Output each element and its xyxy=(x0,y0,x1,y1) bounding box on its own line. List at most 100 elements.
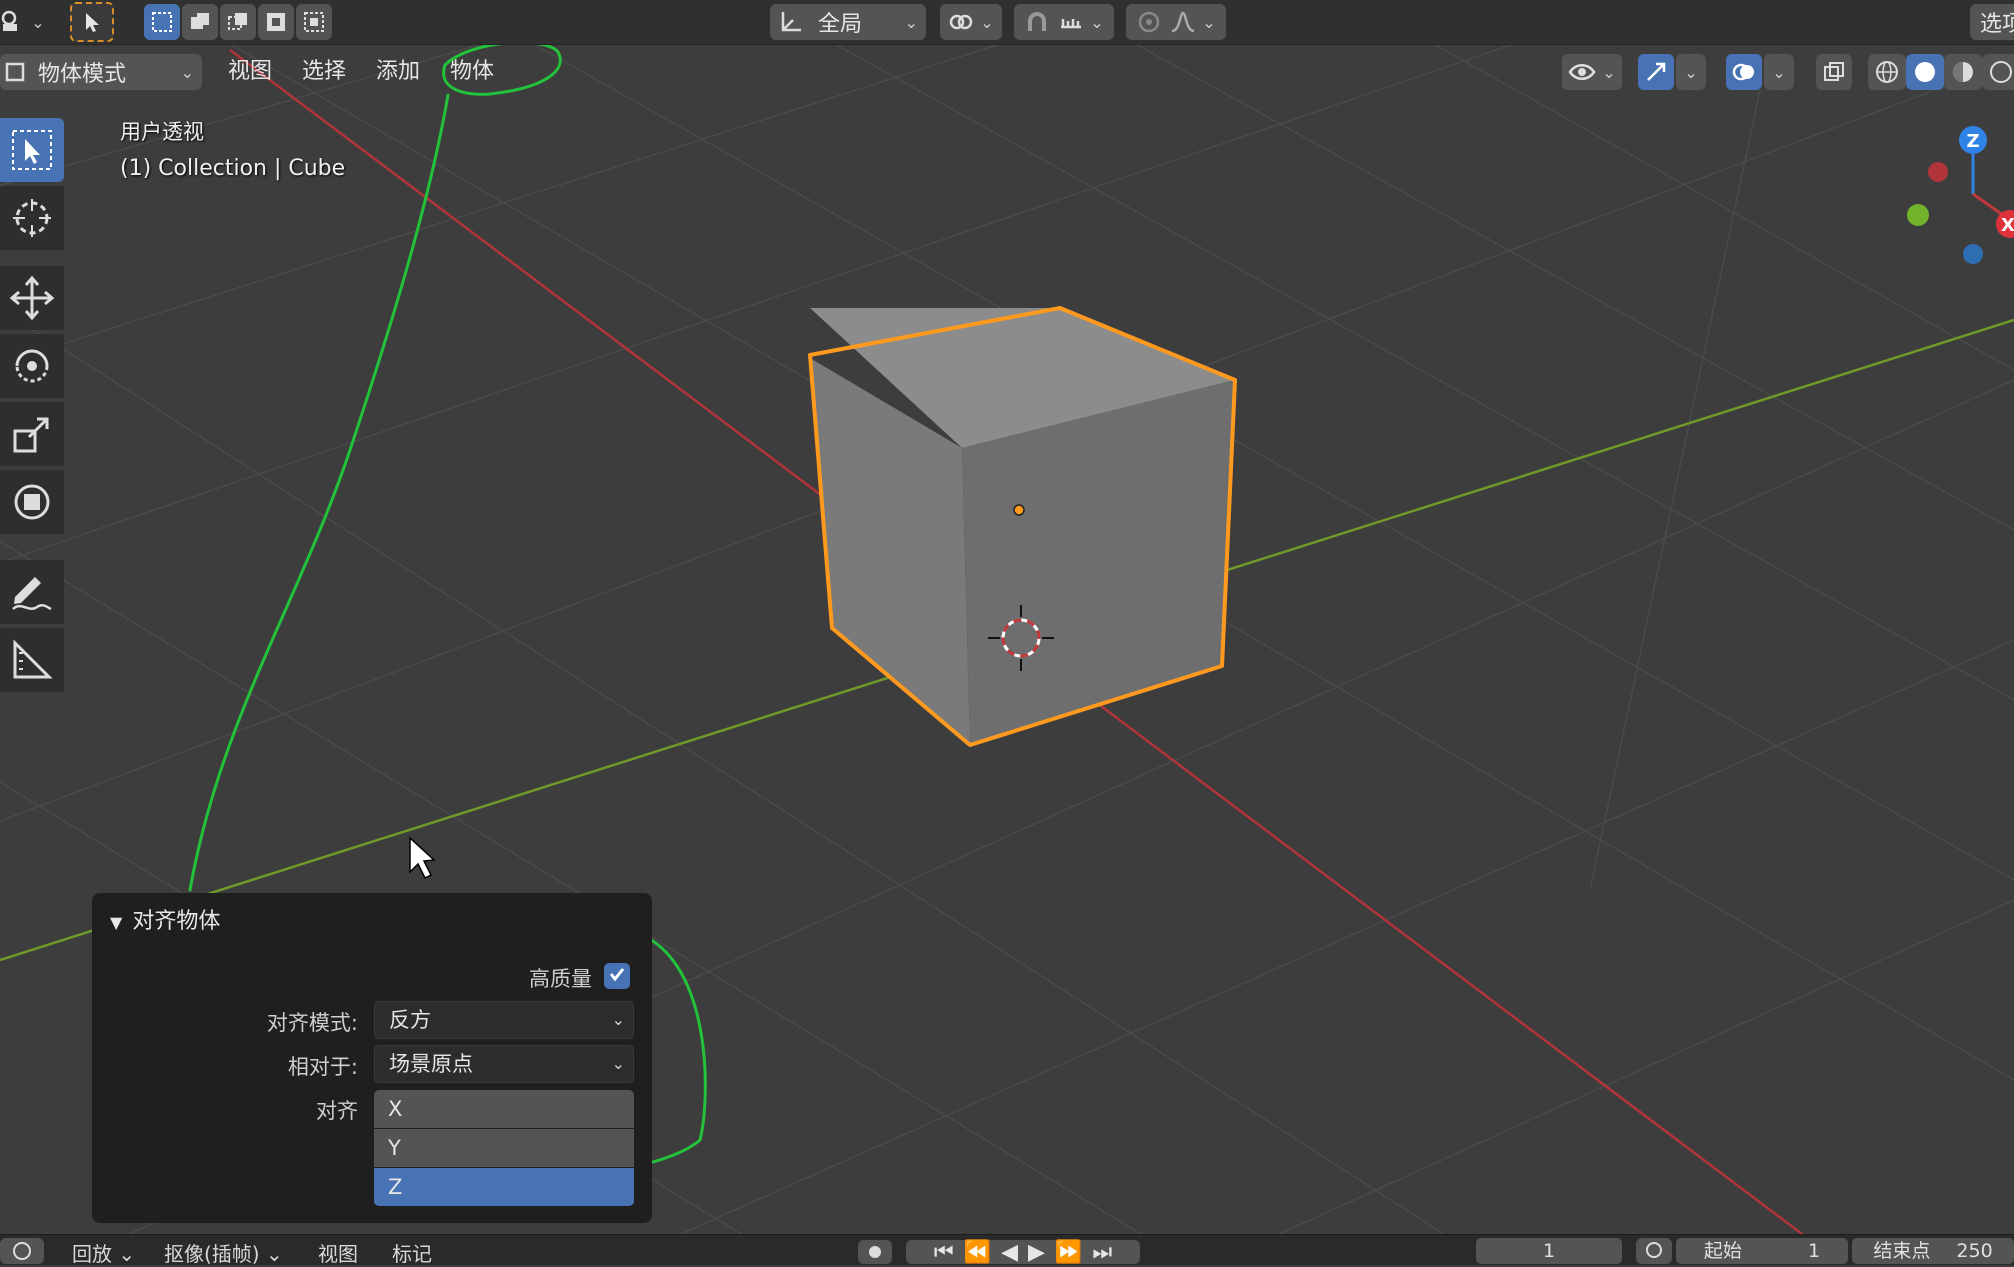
rendered-sphere-icon xyxy=(1988,59,2014,85)
timeline-editor-type-button[interactable] xyxy=(0,1238,44,1264)
select-extend-button[interactable] xyxy=(182,4,218,40)
transform-orientation-dropdown[interactable]: 全局 ⌄ xyxy=(770,4,926,40)
tool-move[interactable] xyxy=(0,266,64,330)
clock-icon xyxy=(12,1241,32,1261)
align-mode-label: 对齐模式: xyxy=(266,1011,358,1035)
collapse-triangle-icon: ▼ xyxy=(110,913,123,932)
shading-wireframe-button[interactable] xyxy=(1868,54,1906,90)
checkmark-icon xyxy=(607,964,627,988)
menu-add[interactable]: 添加 xyxy=(366,54,430,90)
proportional-edit-icon xyxy=(1136,9,1162,35)
top-header: ⌄ 全局 ⌄ ⌄ ⌄ ⌄ 选项 xyxy=(0,0,2014,45)
keying-label: 抠像(插帧) xyxy=(164,1242,260,1266)
object-mode-icon xyxy=(4,61,26,83)
prev-keyframe-icon: ⏪ xyxy=(963,1239,992,1265)
start-label: 起始 xyxy=(1703,1240,1742,1262)
visibility-dropdown[interactable]: ⌄ xyxy=(1562,54,1622,90)
options-label: 选项 xyxy=(1980,12,2014,37)
mode-dropdown[interactable]: 物体模式 ⌄ xyxy=(0,54,202,90)
menu-select[interactable]: 选择 xyxy=(292,54,356,90)
jump-end-icon: ⏭ xyxy=(1092,1239,1113,1265)
tool-scale[interactable] xyxy=(0,402,64,466)
play-reverse-icon: ◀ xyxy=(1001,1239,1018,1265)
timeline-view-menu[interactable]: 视图 xyxy=(318,1238,358,1267)
end-value: 250 xyxy=(1956,1240,1993,1262)
select-subtract-button[interactable] xyxy=(220,4,256,40)
select-new-button[interactable] xyxy=(144,4,180,40)
shading-solid-button[interactable] xyxy=(1906,54,1944,90)
chevron-down-icon: ⌄ xyxy=(118,1242,136,1266)
view-name: 用户透视 xyxy=(120,120,204,144)
playback-controls[interactable]: ⏮ ⏪ ◀ ▶ ⏩ ⏭ xyxy=(906,1239,1140,1265)
cursor-arrow-icon xyxy=(81,11,103,33)
shading-material-button[interactable] xyxy=(1944,54,1982,90)
start-frame-field[interactable]: 起始 1 xyxy=(1676,1238,1848,1264)
tool-rotate[interactable] xyxy=(0,334,64,398)
end-label: 结束点 xyxy=(1873,1240,1931,1262)
playback-label: 回放 xyxy=(72,1242,112,1266)
align-axis-x-toggle[interactable]: X xyxy=(374,1090,634,1128)
gizmo-z-label: Z xyxy=(1966,131,1979,152)
menu-object[interactable]: 物体 xyxy=(440,54,504,90)
align-mode-dropdown[interactable]: 反方 ⌄ xyxy=(374,1001,634,1039)
chevron-down-icon: ⌄ xyxy=(980,12,994,32)
timeline-marker-menu[interactable]: 标记 xyxy=(392,1238,432,1267)
tweak-tool-button[interactable] xyxy=(70,2,114,42)
select-intersect-button[interactable] xyxy=(296,4,332,40)
snap-increment-icon xyxy=(1058,9,1084,35)
stopwatch-icon xyxy=(1645,1239,1663,1264)
chevron-down-icon: ⌄ xyxy=(611,1054,625,1073)
chevron-down-icon: ⌄ xyxy=(904,12,918,32)
timeline-keying-menu[interactable]: 抠像(插帧) ⌄ xyxy=(164,1238,283,1267)
proportional-edit-group[interactable]: ⌄ xyxy=(1126,4,1226,40)
panel-header[interactable]: ▼ 对齐物体 xyxy=(110,903,220,935)
xray-icon xyxy=(1822,60,1846,84)
relative-to-dropdown[interactable]: 场景原点 ⌄ xyxy=(374,1045,634,1083)
pivot-point-dropdown[interactable]: ⌄ xyxy=(940,4,1002,40)
editor-type-button[interactable]: ⌄ xyxy=(0,4,45,40)
viewport-editor-icon xyxy=(0,9,25,35)
annotate-pencil-icon xyxy=(9,569,55,615)
current-frame-field[interactable]: 1 xyxy=(1476,1238,1622,1264)
chevron-down-icon: ⌄ xyxy=(31,12,45,32)
record-button[interactable] xyxy=(858,1240,892,1264)
chevron-down-icon: ⌄ xyxy=(1090,12,1104,32)
overlays-toggle-button[interactable] xyxy=(1726,54,1762,90)
options-dropdown[interactable]: 选项 xyxy=(1970,4,2014,40)
shading-rendered-button[interactable] xyxy=(1982,54,2014,90)
gizmo-options-dropdown[interactable]: ⌄ xyxy=(1676,54,1706,90)
tool-annotate[interactable] xyxy=(0,560,64,624)
object-origin xyxy=(1013,504,1025,516)
menu-view[interactable]: 视图 xyxy=(218,54,282,90)
play-icon: ▶ xyxy=(1028,1239,1045,1265)
align-label: 对齐 xyxy=(316,1099,358,1123)
align-axis-y-toggle[interactable]: Y xyxy=(374,1129,634,1167)
select-invert-button[interactable] xyxy=(258,4,294,40)
tool-cursor[interactable] xyxy=(0,186,64,250)
end-frame-field[interactable]: 结束点 250 xyxy=(1852,1238,2014,1264)
gizmo-toggle-button[interactable] xyxy=(1638,54,1674,90)
timeline-playback-menu[interactable]: 回放 ⌄ xyxy=(72,1238,135,1267)
high-quality-checkbox[interactable] xyxy=(604,963,630,989)
material-sphere-icon xyxy=(1950,59,1976,85)
transform-icon xyxy=(9,479,55,525)
align-axis-z-toggle[interactable]: Z xyxy=(374,1168,634,1206)
align-mode-value: 反方 xyxy=(389,1008,431,1032)
select-box-icon xyxy=(9,127,55,173)
tool-transform[interactable] xyxy=(0,470,64,534)
tool-select-box[interactable] xyxy=(0,118,64,182)
select-invert-icon xyxy=(264,10,288,34)
jump-start-icon: ⏮ xyxy=(933,1239,954,1265)
pivot-link-icon xyxy=(948,9,974,35)
wireframe-sphere-icon xyxy=(1874,59,1900,85)
xray-toggle-button[interactable] xyxy=(1816,54,1852,90)
tool-measure[interactable] xyxy=(0,628,64,692)
start-value: 1 xyxy=(1807,1240,1821,1262)
align-objects-panel: ▼ 对齐物体 高质量 对齐模式: 反方 ⌄ 相对于: 场景原点 ⌄ 对齐 X Y … xyxy=(92,893,652,1223)
snap-group[interactable]: ⌄ xyxy=(1014,4,1114,40)
overlays-options-dropdown[interactable]: ⌄ xyxy=(1764,54,1794,90)
overlay-circles-icon xyxy=(1732,60,1756,84)
preview-range-toggle[interactable] xyxy=(1636,1238,1672,1264)
eye-icon xyxy=(1568,59,1596,85)
move-arrows-icon xyxy=(9,275,55,321)
